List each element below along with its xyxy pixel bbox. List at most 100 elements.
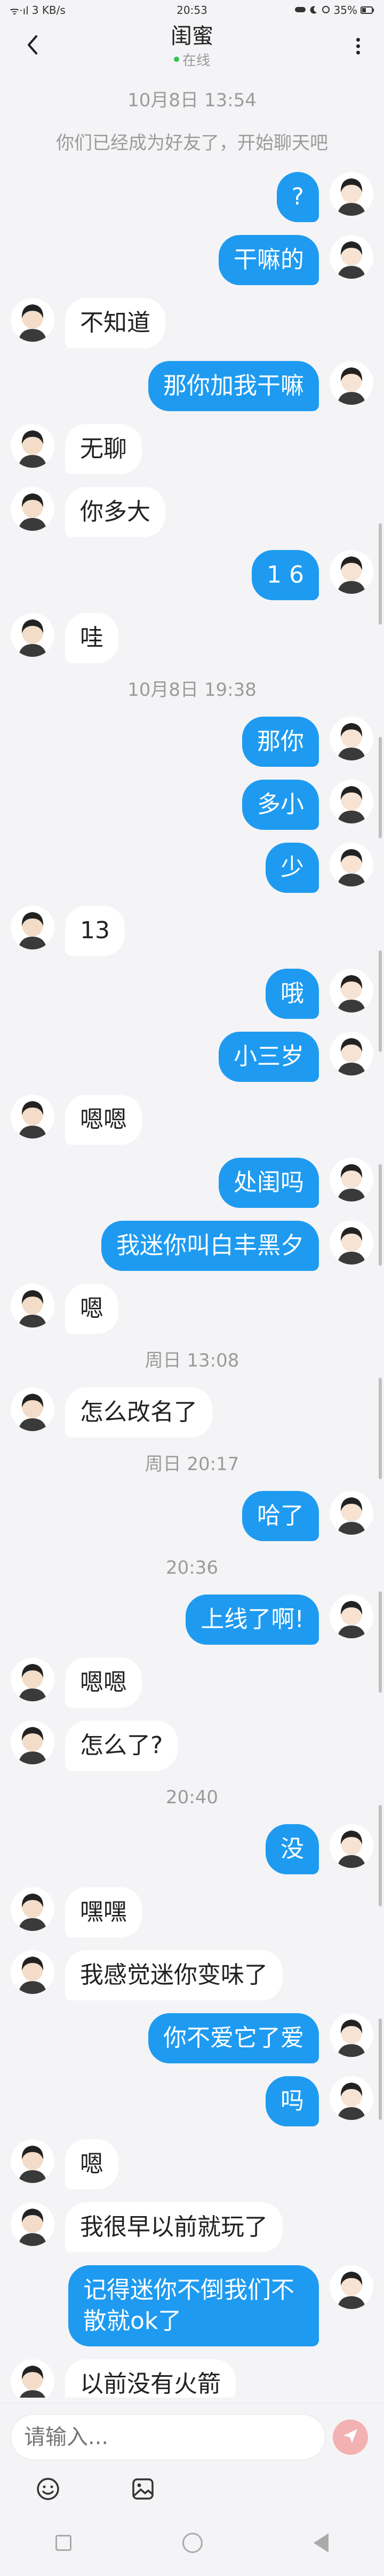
message-bubble[interactable]: 以前没有火箭 bbox=[65, 2359, 236, 2398]
message-bubble[interactable]: 无聊 bbox=[65, 424, 142, 474]
my-avatar[interactable] bbox=[330, 1491, 373, 1535]
message-bubble[interactable]: 少 bbox=[266, 843, 319, 893]
friend-avatar[interactable] bbox=[11, 2139, 54, 2183]
timestamp-divider: 周日 13:08 bbox=[145, 1350, 239, 1371]
message-bubble[interactable]: 怎么了? bbox=[65, 1721, 178, 1771]
message-bubble[interactable]: 小三岁 bbox=[219, 1032, 319, 1082]
message-bubble[interactable]: 哇 bbox=[65, 613, 118, 663]
my-avatar[interactable] bbox=[330, 2265, 373, 2309]
back-button[interactable] bbox=[21, 35, 43, 57]
my-avatar[interactable] bbox=[330, 361, 373, 405]
scroll-thumb bbox=[379, 951, 382, 1052]
message-bubble[interactable]: 那你 bbox=[242, 717, 319, 767]
message-bubble[interactable]: 嗯嗯 bbox=[65, 1658, 142, 1708]
my-avatar[interactable] bbox=[330, 2013, 373, 2057]
my-avatar[interactable] bbox=[330, 2076, 373, 2120]
alarm-icon bbox=[321, 4, 331, 17]
friend-avatar[interactable] bbox=[11, 1284, 54, 1328]
sent-message: 小三岁 bbox=[0, 1025, 384, 1088]
friend-avatar[interactable] bbox=[11, 1950, 54, 1994]
chevron-left-icon bbox=[26, 34, 38, 58]
smiley-icon bbox=[35, 2478, 61, 2504]
sent-message: 多小 bbox=[0, 773, 384, 836]
friend-avatar[interactable] bbox=[11, 2359, 54, 2398]
message-bubble[interactable]: 我感觉迷你变味了 bbox=[65, 1950, 283, 2000]
received-message: 你多大 bbox=[0, 481, 384, 544]
message-bubble[interactable]: 上线了啊! bbox=[186, 1595, 319, 1645]
message-bubble[interactable]: 干嘛的 bbox=[219, 235, 319, 285]
message-bubble[interactable]: 处闺吗 bbox=[219, 1158, 319, 1208]
my-avatar[interactable] bbox=[330, 780, 373, 823]
my-avatar[interactable] bbox=[330, 717, 373, 760]
message-bubble[interactable]: 你不爱它了爱 bbox=[148, 2013, 319, 2063]
friend-avatar[interactable] bbox=[11, 2202, 54, 2246]
message-bubble[interactable]: 怎么改名了 bbox=[65, 1387, 212, 1438]
my-avatar[interactable] bbox=[330, 235, 373, 279]
received-message: 我感觉迷你变味了 bbox=[0, 1944, 384, 2007]
more-dot bbox=[356, 44, 360, 48]
friend-avatar[interactable] bbox=[11, 1387, 54, 1431]
message-bubble[interactable]: 记得迷你不倒我们不散就ok了 bbox=[68, 2265, 319, 2346]
my-avatar[interactable] bbox=[330, 1595, 373, 1638]
friend-avatar[interactable] bbox=[11, 1658, 54, 1701]
send-button[interactable] bbox=[333, 2420, 368, 2455]
message-bubble[interactable]: 嘿嘿 bbox=[65, 1887, 142, 1937]
message-bubble[interactable]: 我很早以前就玩了 bbox=[65, 2202, 283, 2252]
friend-avatar[interactable] bbox=[11, 613, 54, 657]
home-button[interactable] bbox=[182, 2533, 203, 2553]
more-button[interactable] bbox=[350, 35, 366, 57]
message-bubble[interactable]: 不知道 bbox=[65, 298, 165, 348]
sent-message: 那你 bbox=[0, 710, 384, 773]
my-avatar[interactable] bbox=[330, 172, 373, 216]
received-message: 嗯嗯 bbox=[0, 1651, 384, 1714]
message-bubble[interactable]: 多小 bbox=[242, 780, 319, 830]
image-button[interactable] bbox=[130, 2476, 156, 2502]
message-bubble[interactable]: 你多大 bbox=[65, 487, 165, 537]
sent-message: ? bbox=[0, 166, 384, 229]
more-dot bbox=[356, 50, 360, 54]
sent-message: 处闺吗 bbox=[0, 1151, 384, 1214]
message-bubble[interactable]: 嗯 bbox=[65, 2139, 118, 2189]
my-avatar[interactable] bbox=[330, 1032, 373, 1075]
friend-avatar[interactable] bbox=[11, 1095, 54, 1138]
message-bubble[interactable]: 我迷你叫白丰黑夕 bbox=[101, 1221, 319, 1271]
my-avatar[interactable] bbox=[330, 1158, 373, 1201]
message-bubble[interactable]: 嗯 bbox=[65, 1284, 118, 1334]
received-message: 怎么了? bbox=[0, 1714, 384, 1777]
my-avatar[interactable] bbox=[330, 969, 373, 1012]
message-input[interactable] bbox=[11, 2414, 325, 2460]
friend-avatar[interactable] bbox=[11, 298, 54, 342]
message-bubble[interactable]: 吗 bbox=[266, 2076, 319, 2126]
timestamp-divider: 20:40 bbox=[166, 1787, 218, 1808]
message-bubble[interactable]: 那你加我干嘛 bbox=[148, 361, 319, 411]
message-bubble[interactable]: 13 bbox=[65, 906, 125, 956]
sent-message: 那你加我干嘛 bbox=[0, 355, 384, 418]
friend-avatar[interactable] bbox=[11, 424, 54, 468]
received-message: 嗯 bbox=[0, 1277, 384, 1340]
message-bubble[interactable]: ? bbox=[276, 172, 319, 222]
sent-message: 少 bbox=[0, 836, 384, 899]
message-bubble[interactable]: 嗯嗯 bbox=[65, 1095, 142, 1145]
message-bubble[interactable]: 哦 bbox=[266, 969, 319, 1019]
emoji-button[interactable] bbox=[35, 2476, 61, 2502]
back-nav-button[interactable] bbox=[314, 2533, 329, 2553]
friend-avatar[interactable] bbox=[11, 1887, 54, 1931]
my-avatar[interactable] bbox=[330, 550, 373, 594]
scrollbar[interactable] bbox=[379, 523, 382, 2232]
system-notice: 你们已经成为好友了，开始聊天吧 bbox=[56, 132, 328, 154]
my-avatar[interactable] bbox=[330, 843, 373, 886]
my-avatar[interactable] bbox=[330, 1221, 373, 1265]
recents-button[interactable] bbox=[55, 2535, 71, 2551]
friend-avatar[interactable] bbox=[11, 906, 54, 949]
sent-message: 吗 bbox=[0, 2070, 384, 2133]
my-avatar[interactable] bbox=[330, 1824, 373, 1868]
message-list[interactable]: 10月8日 13:54 你们已经成为好友了，开始聊天吧? 干嘛的 不知道 那你加我干嘛无… bbox=[0, 80, 384, 2398]
friend-avatar[interactable] bbox=[11, 487, 54, 531]
received-message: 怎么改名了 bbox=[0, 1381, 384, 1444]
image-icon bbox=[130, 2478, 156, 2504]
friend-avatar[interactable] bbox=[11, 1721, 54, 1764]
message-bubble[interactable]: 哈了 bbox=[242, 1491, 319, 1541]
message-bubble[interactable]: 1 6 bbox=[252, 550, 319, 600]
gamepad-icon bbox=[294, 4, 306, 17]
message-bubble[interactable]: 没 bbox=[266, 1824, 319, 1874]
